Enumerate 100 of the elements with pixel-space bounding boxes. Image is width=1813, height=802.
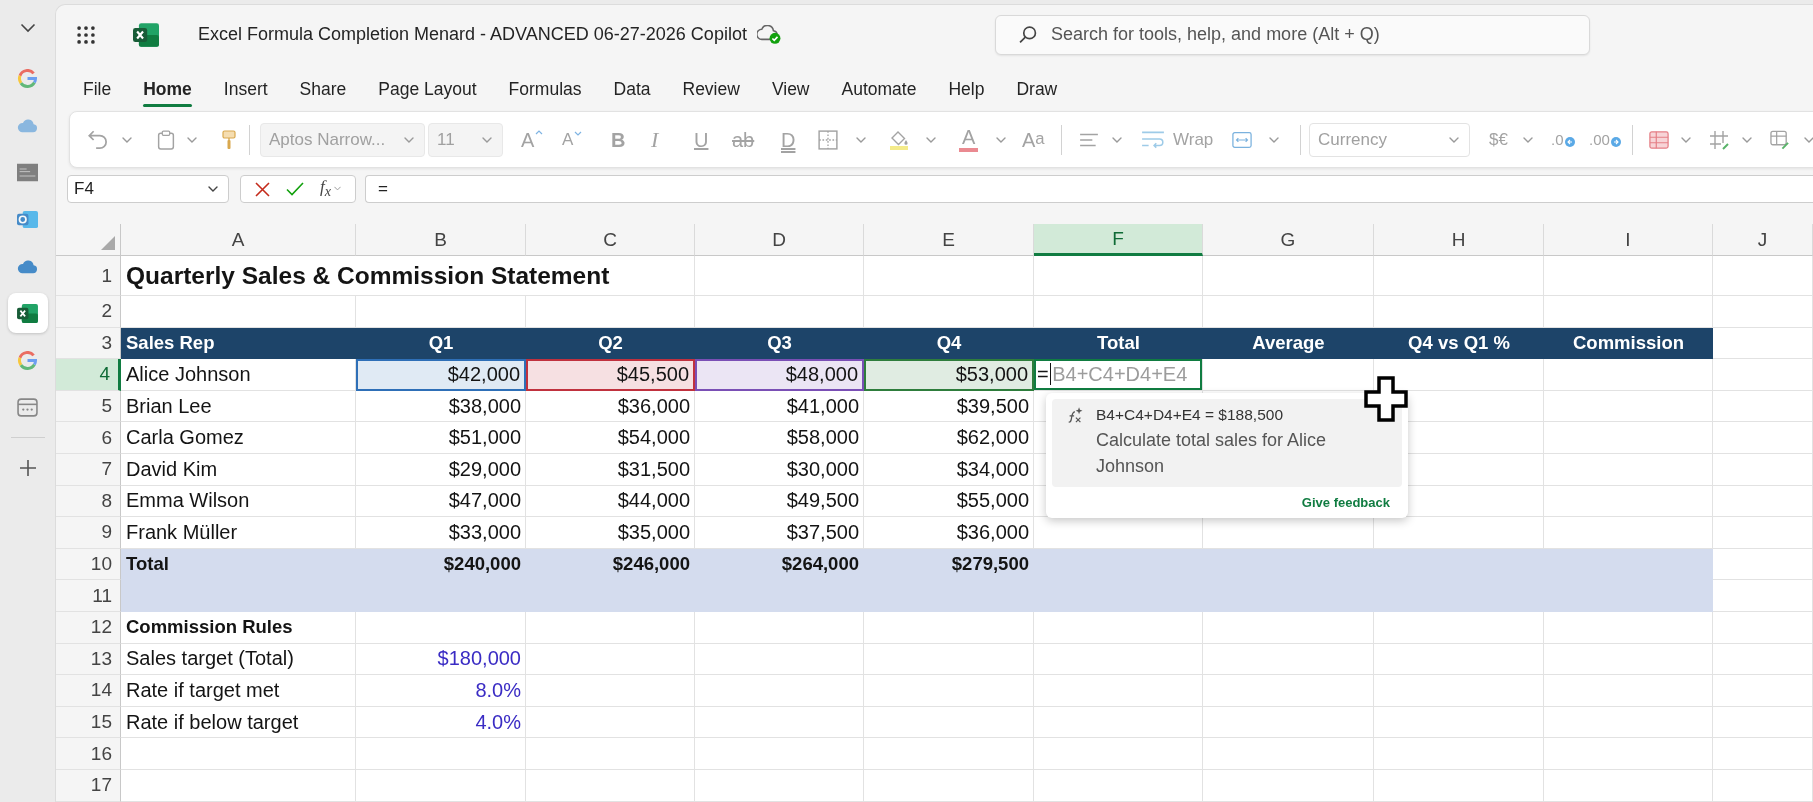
paintbrush-icon[interactable] (219, 129, 239, 150)
insert-function-button[interactable]: f$_{x}$ (319, 177, 341, 201)
table-cell: Frank Müller (121, 517, 356, 549)
row-number[interactable]: 9 (56, 517, 121, 549)
caret-icon[interactable] (208, 186, 218, 192)
ribbon-tab[interactable]: Data (613, 70, 651, 108)
clipboard-icon[interactable] (156, 129, 176, 150)
name-box[interactable]: F4 (67, 175, 229, 203)
column-header[interactable]: B (356, 224, 526, 256)
ribbon-tab[interactable]: Draw (1016, 70, 1058, 108)
suggestion-description: Calculate total sales for Alice Johnson (1096, 429, 1328, 478)
borders-icon[interactable] (818, 129, 838, 150)
ribbon-tab[interactable]: Share (299, 70, 347, 108)
header-cell: Q3 (695, 327, 864, 360)
undo-icon[interactable] (88, 129, 108, 150)
table-cell: $49,500 (695, 485, 864, 518)
column-header[interactable]: E (864, 224, 1034, 256)
table-cell: Total (121, 548, 356, 581)
cloud-check-icon (756, 24, 781, 45)
column-header[interactable]: F (1034, 224, 1203, 256)
ribbon-tab[interactable]: Automate (841, 70, 917, 108)
row-number[interactable]: 16 (56, 738, 121, 770)
row-number[interactable]: 14 (56, 675, 121, 707)
table-cell: $39,500 (864, 390, 1034, 423)
formula-preview: B4+C4+D4+E4 = $188,500 (1096, 406, 1284, 424)
ribbon-tab[interactable]: Insert (223, 70, 268, 108)
table-cell: Rate if target met (121, 675, 356, 707)
table-cell: $36,000 (526, 390, 695, 423)
header-cell: Q4 vs Q1 % (1374, 327, 1544, 360)
search-icon (1019, 25, 1037, 44)
row-number[interactable]: 11 (56, 580, 121, 612)
column-header[interactable]: J (1713, 224, 1813, 256)
ribbon-tab[interactable]: File (83, 70, 112, 108)
table-cell: Sales target (Total) (121, 643, 356, 676)
table-cell: $33,000 (356, 517, 526, 549)
header-cell: Average (1203, 327, 1374, 360)
suggested-formula-text: B4+C4+D4+E4 (1052, 363, 1188, 386)
g-logo-icon (17, 350, 38, 370)
column-header[interactable]: A (121, 224, 356, 256)
row-number[interactable]: 4 (56, 359, 121, 391)
suggestion-item[interactable]: B4+C4+D4+E4 = $188,500 Calculate total sales for Alice Johnson (1052, 399, 1402, 487)
row-number[interactable]: 5 (56, 390, 121, 423)
corner-triangle-icon[interactable] (101, 236, 115, 250)
logo-icon (17, 162, 38, 182)
column-header[interactable]: I (1544, 224, 1713, 256)
table-cell: $41,000 (695, 390, 864, 423)
row-number[interactable]: 3 (56, 327, 121, 360)
paint-bucket-icon[interactable] (889, 129, 909, 150)
header-cell: Sales Rep (121, 327, 356, 360)
ribbon-tab[interactable]: Help (948, 70, 985, 108)
ribbon-tab[interactable]: Formulas (508, 70, 582, 108)
table-cell: $47,000 (356, 485, 526, 518)
checkmark-icon[interactable] (285, 182, 304, 196)
table-cell: $44,000 (526, 485, 695, 518)
search-field[interactable]: Search for tools, help, and more (Alt + Q) (995, 14, 1590, 55)
table-cell: $36,000 (864, 517, 1034, 549)
column-header[interactable]: C (526, 224, 695, 256)
ribbon-tab[interactable]: Review (682, 70, 740, 108)
chevron-down-icon[interactable] (19, 23, 36, 33)
table-cell: $38,000 (356, 390, 526, 423)
wrap-text-icon (1141, 130, 1165, 149)
row-number[interactable]: 12 (56, 611, 121, 644)
row-number[interactable]: 13 (56, 643, 121, 676)
table-cell: $37,500 (695, 517, 864, 549)
spreadsheet-app-icon (133, 22, 159, 47)
cancel-icon[interactable] (255, 181, 270, 197)
merge-cells-icon[interactable] (1232, 129, 1252, 150)
row-number[interactable]: 7 (56, 453, 121, 486)
cell-editor-field[interactable]: = B4+C4+D4+E4 (1034, 359, 1203, 391)
ribbon-tab[interactable]: View (771, 70, 810, 108)
row-number[interactable]: 15 (56, 706, 121, 739)
plus-icon[interactable] (18, 459, 37, 477)
column-header[interactable]: H (1374, 224, 1544, 256)
row-number[interactable]: 6 (56, 422, 121, 454)
formula-input[interactable]: = (365, 175, 1813, 203)
row-number[interactable]: 10 (56, 548, 121, 581)
table-cell: $48,000 (695, 359, 864, 391)
row-number[interactable]: 17 (56, 769, 121, 802)
table-format-icon[interactable] (1770, 129, 1790, 150)
table-icon[interactable] (1649, 129, 1669, 150)
ribbon-tab[interactable]: Home (143, 70, 192, 108)
column-header[interactable]: D (695, 224, 864, 256)
table-cell: $264,000 (695, 548, 864, 581)
app-launcher-icon[interactable] (77, 25, 95, 44)
mail-app-icon (17, 209, 38, 229)
grid-lines-icon[interactable] (1709, 129, 1729, 150)
header-cell: Total (1034, 327, 1203, 360)
text-cursor (1049, 363, 1052, 386)
app-button[interactable] (7, 293, 48, 333)
row-number[interactable]: 2 (56, 296, 121, 328)
row-number[interactable]: 8 (56, 485, 121, 518)
formula-sparkle-icon (1066, 406, 1084, 424)
row-number[interactable]: 1 (56, 256, 121, 296)
table-cell: $34,000 (864, 453, 1034, 486)
feedback-link[interactable]: Give feedback (1301, 495, 1390, 510)
table-cell: Emma Wilson (121, 485, 356, 518)
column-header[interactable]: G (1203, 224, 1374, 256)
arrow-circle-icon (1564, 137, 1575, 147)
ribbon-tab[interactable]: Page Layout (378, 70, 477, 108)
table-cell: $42,000 (356, 359, 526, 391)
